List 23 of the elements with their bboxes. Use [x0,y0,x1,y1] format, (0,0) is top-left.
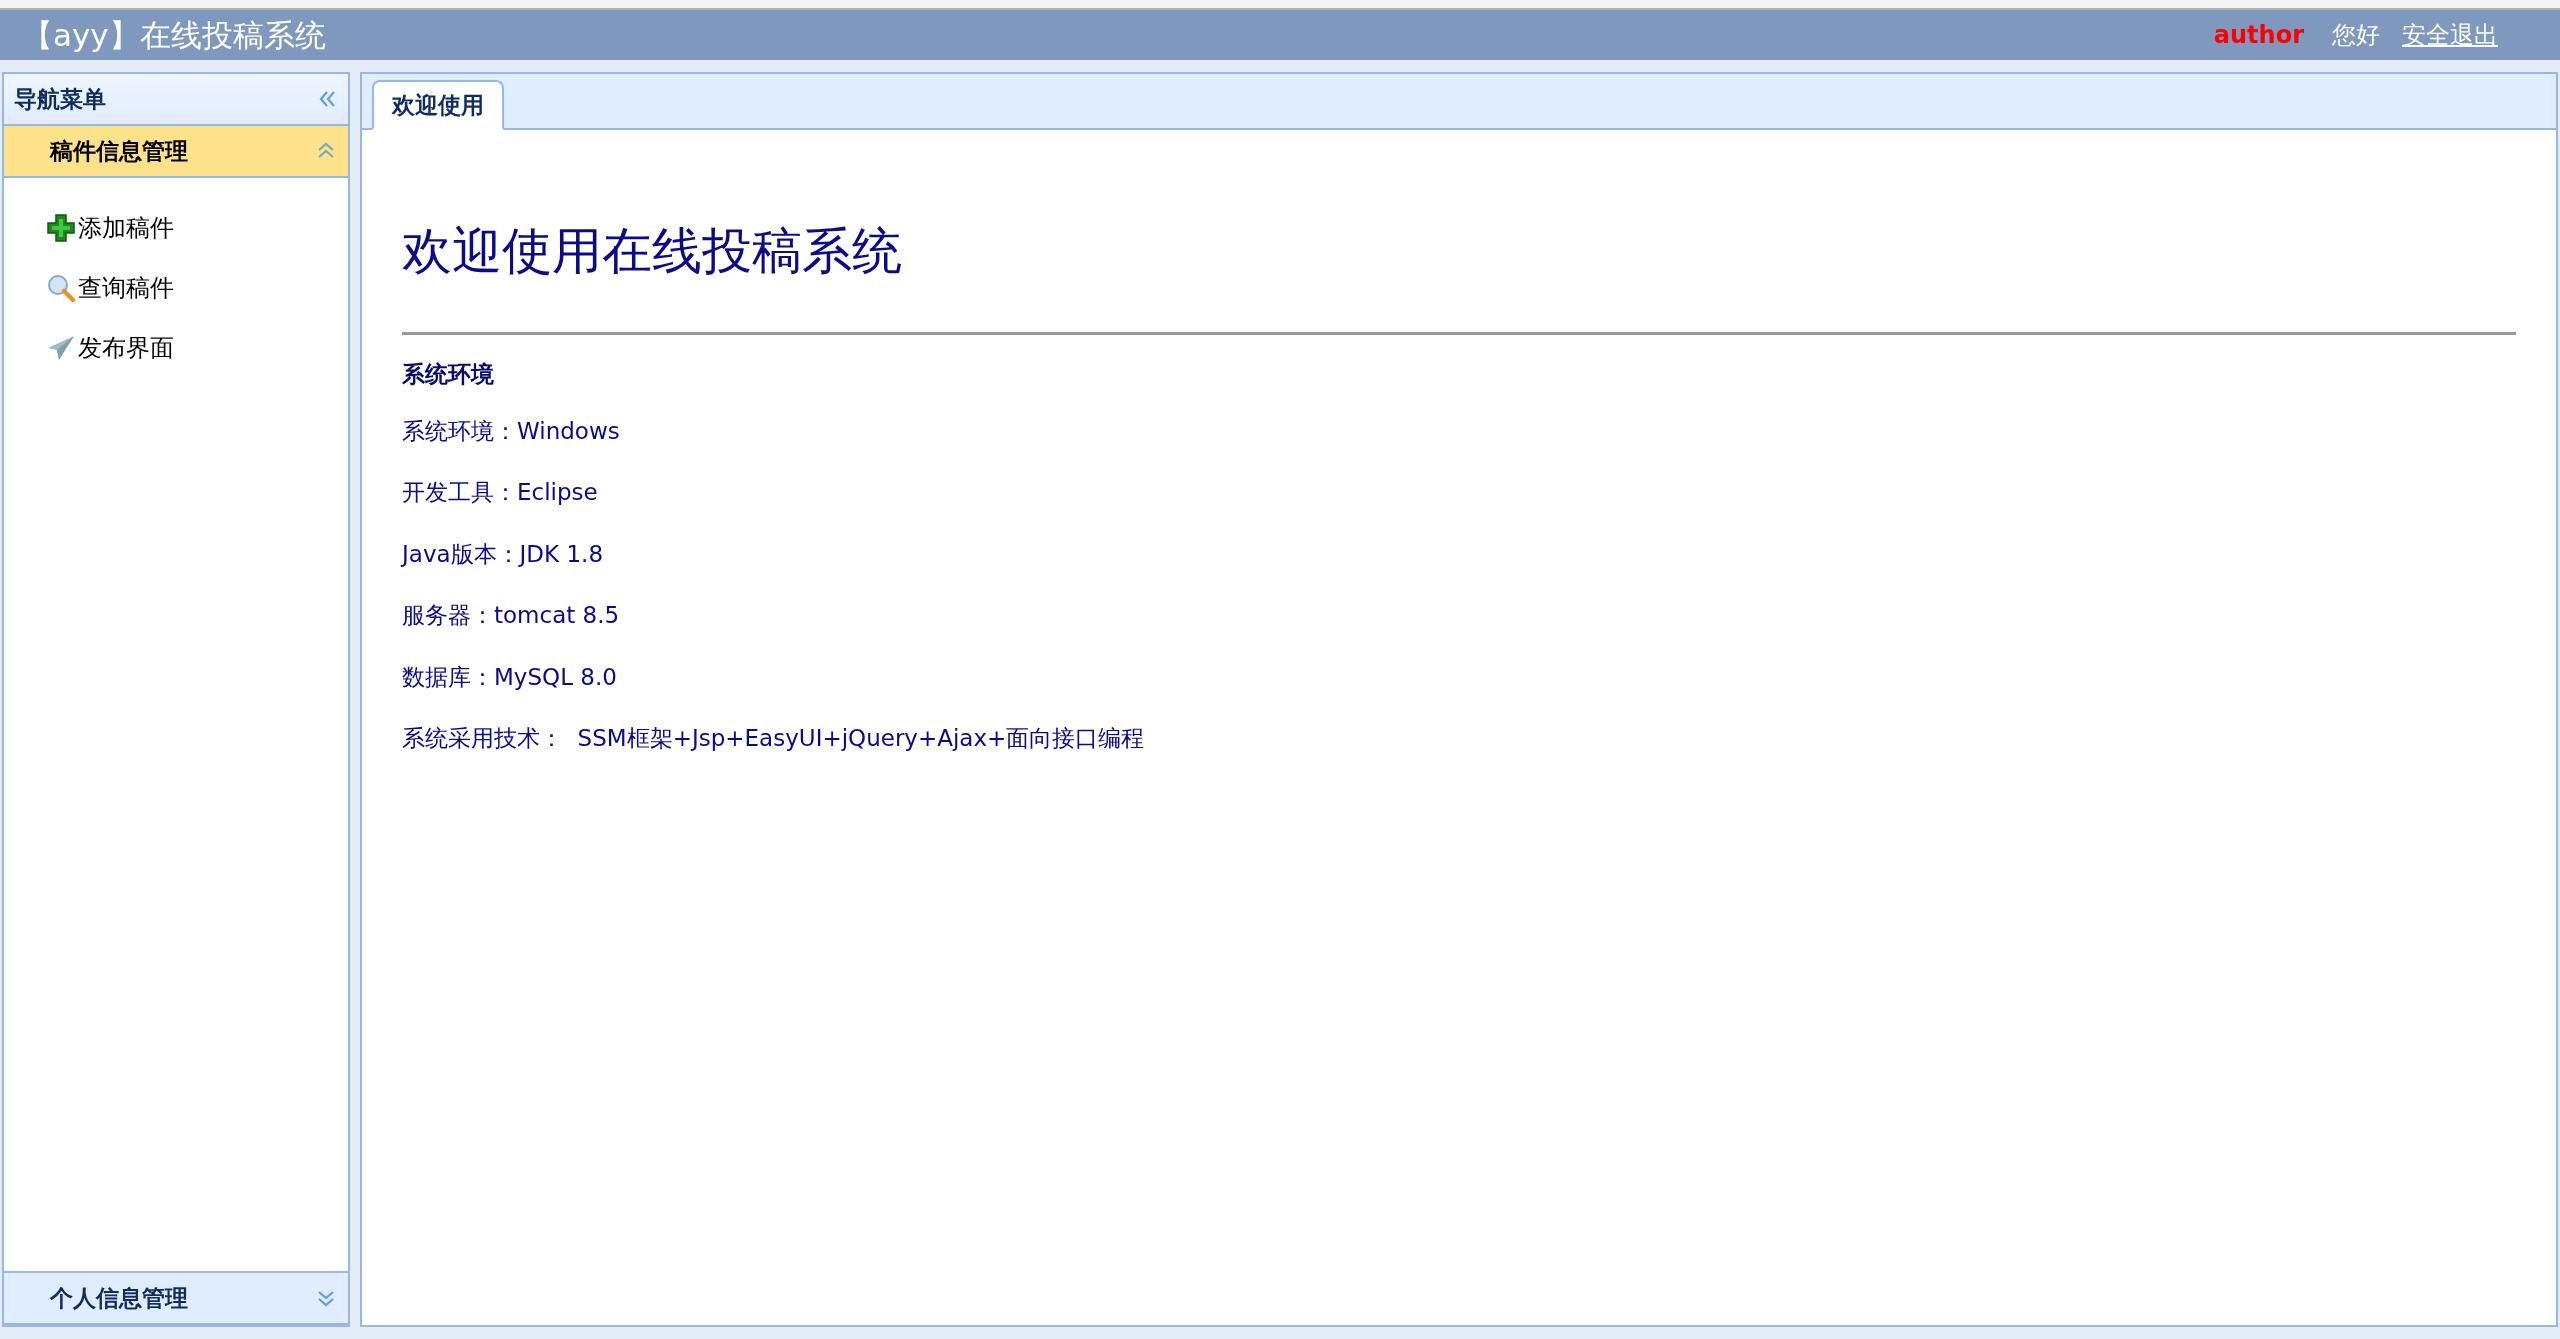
info-line: 开发工具：Eclipse [402,478,599,507]
menu-item[interactable]: 查询稿件 [78,270,174,306]
accordion-header[interactable]: 稿件信息管理 [4,126,348,178]
info-line: 服务器：tomcat 8.5 [402,601,621,630]
info-line: Java版本：JDK 1.8 [402,539,605,569]
tab[interactable]: 欢迎使用 [372,80,504,130]
info-line: 系统环境：Windows [402,416,621,446]
menu-item[interactable]: 发布界面 [78,330,174,366]
sidebar-title: 导航菜单 [14,84,106,114]
info-line: 系统采用技术： SSM框架+Jsp+EasyUI+jQuery+Ajax+面向接口编程 [402,724,1146,753]
menu-item[interactable]: 添加稿件 [78,210,174,246]
info-line: 数据库：MySQL 8.0 [402,662,618,692]
search-icon [46,273,76,303]
expand-icon[interactable] [316,1288,336,1308]
plus-icon [46,213,76,243]
section-title: 系统环境 [402,360,495,389]
username: author [2213,20,2304,51]
app-title: 【ayy】在线投稿系统 [22,15,326,55]
welcome-heading: 欢迎使用在线投稿系统 [402,226,903,276]
accordion-header[interactable]: 个人信息管理 [4,1273,348,1325]
collapse-icon[interactable] [316,141,336,161]
greeting-text: 您好 [2332,20,2380,51]
collapse-icon[interactable] [318,89,338,109]
